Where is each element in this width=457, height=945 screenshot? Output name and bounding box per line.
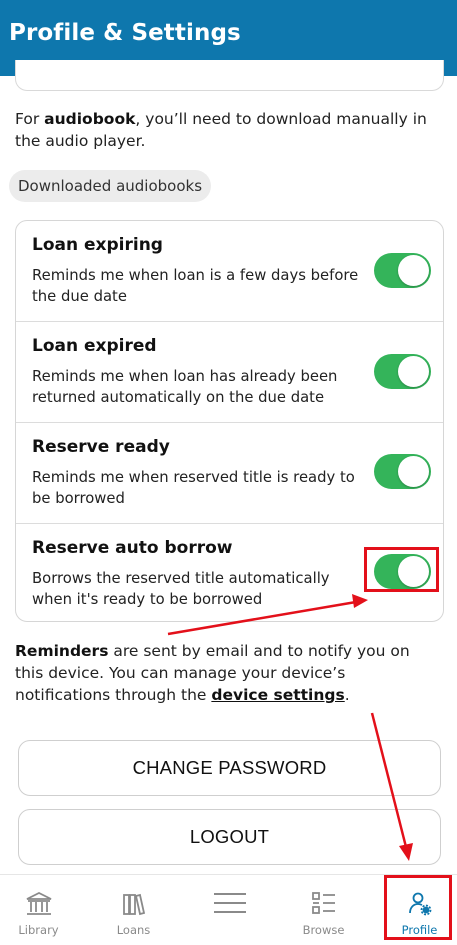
setting-description: Reminds me when loan has already been re… — [32, 368, 338, 406]
nav-browse[interactable]: Browse — [278, 875, 369, 945]
loan-expiring-toggle[interactable] — [374, 253, 431, 288]
logout-button[interactable]: LOGOUT — [18, 809, 441, 865]
setting-title: Reserve ready — [32, 437, 170, 457]
toggle-knob — [398, 255, 429, 286]
reminders-info-text: Reminders are sent by email and to notif… — [15, 640, 435, 706]
page-title: Profile & Settings — [9, 20, 241, 46]
downloaded-audiobooks-button[interactable]: Downloaded audiobooks — [9, 170, 212, 202]
nav-loans[interactable]: Loans — [88, 875, 179, 945]
nav-label: Browse — [302, 923, 345, 937]
nav-label: Loans — [116, 923, 151, 937]
toggle-knob — [398, 456, 429, 487]
setting-title: Loan expiring — [32, 235, 163, 255]
setting-description: Reminds me when loan is a few days befor… — [32, 267, 359, 305]
nav-label: Library — [18, 923, 59, 937]
intro-prefix: For — [15, 110, 45, 128]
setting-description: Reminds me when reserved title is ready … — [32, 469, 355, 507]
change-password-button[interactable]: CHANGE PASSWORD — [18, 740, 441, 796]
annotation-highlight-profile — [384, 875, 452, 940]
device-settings-link[interactable]: device settings — [211, 686, 344, 704]
reminders-bold: Reminders — [15, 642, 109, 660]
toggle-knob — [398, 356, 429, 387]
nav-library[interactable]: Library — [0, 875, 84, 945]
reminders-end: . — [344, 686, 350, 704]
loan-expired-toggle[interactable] — [374, 354, 431, 389]
menu-icon — [213, 893, 246, 913]
setting-description: Borrows the reserved title automatically… — [32, 570, 330, 608]
previous-card-edge — [15, 60, 444, 91]
nav-menu[interactable] — [184, 875, 275, 945]
intro-bold: audiobook — [44, 110, 136, 128]
setting-title: Reserve auto borrow — [32, 538, 233, 558]
setting-row-loan-expiring: Loan expiring Reminds me when loan is a … — [16, 221, 443, 322]
browse-list-icon — [311, 892, 335, 914]
audiobook-intro-text: For audiobook, you’ll need to download m… — [15, 108, 435, 152]
setting-row-reserve-ready: Reserve ready Reminds me when reserved t… — [16, 423, 443, 524]
annotation-highlight-toggle — [364, 547, 439, 592]
setting-row-loan-expired: Loan expired Reminds me when loan has al… — [16, 322, 443, 423]
setting-title: Loan expired — [32, 336, 157, 356]
reserve-ready-toggle[interactable] — [374, 454, 431, 489]
library-icon — [26, 891, 51, 915]
books-icon — [122, 893, 145, 916]
